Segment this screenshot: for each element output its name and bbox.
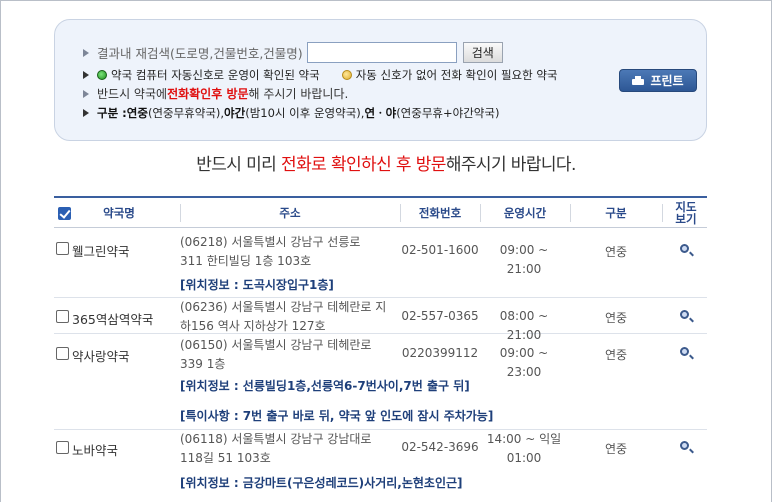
notice-highlight: 전화로 확인하신 후 방문 — [281, 155, 446, 175]
address-line: 339 1층 — [180, 357, 226, 371]
call-before-visit-notice: 반드시 미리 전화로 확인하신 후 방문해주시기 바랍니다. — [0, 150, 772, 175]
notice-prefix: 반드시 미리 — [196, 155, 282, 175]
category-label: 구분 : — [97, 106, 127, 120]
address-line: 311 한티빌딩 1층 103호 — [180, 254, 312, 268]
visit-note-prefix: 반드시 약국에 — [97, 87, 168, 101]
green-dot-icon — [97, 70, 107, 80]
pharmacy-phone: 02-501-1600 — [401, 243, 479, 257]
print-button-label: 프린트 — [650, 74, 684, 88]
row-checkbox[interactable] — [56, 310, 69, 323]
header-address: 주소 — [279, 206, 301, 220]
category-term: 야간 — [224, 106, 246, 120]
table-row: 노바약국 (06118) 서울특별시 강남구 강남대로 118길 51 103호… — [54, 430, 707, 500]
table-row: 약사랑약국 (06150) 서울특별시 강남구 테헤란로 339 1층 0220… — [54, 334, 707, 430]
hours-line: 14:00 ~ 익일 — [486, 432, 562, 446]
pharmacy-name[interactable]: 노바약국 — [72, 440, 118, 459]
special-notes: [특이사항 : 7번 출구 바로 뒤, 약국 앞 인도에 잠시 주차가능] — [180, 409, 494, 423]
printer-icon — [632, 75, 645, 86]
print-button[interactable]: 프린트 — [619, 69, 697, 92]
header-hours: 운영시간 — [503, 206, 547, 220]
map-view-button[interactable] — [676, 438, 696, 458]
pharmacy-hours: 09:00 ~ 23:00 — [499, 346, 549, 379]
row-checkbox[interactable] — [56, 347, 69, 360]
search-button[interactable]: 검색 — [462, 42, 503, 63]
visit-note-highlight: 전화확인후 방문 — [167, 87, 249, 101]
address-line: (06236) 서울특별시 강남구 테헤란로 지 — [180, 300, 387, 314]
pharmacy-address: (06218) 서울특별시 강남구 선릉로 311 한티빌딩 1층 103호 — [180, 233, 390, 271]
category-term: 연ㆍ야 — [364, 106, 397, 120]
pharmacy-name[interactable]: 365역삼역약국 — [72, 309, 153, 328]
location-info: [위치정보 : 선릉빌딩1층,선릉역6-7번사이,7번 출구 뒤] — [180, 379, 470, 393]
bullet-icon — [83, 89, 89, 98]
row-checkbox[interactable] — [56, 441, 69, 454]
map-view-button[interactable] — [676, 307, 696, 327]
bullet-icon — [83, 48, 89, 57]
notice-suffix: 해주시기 바랍니다. — [445, 155, 577, 175]
address-line: 118길 51 103호 — [180, 451, 271, 465]
pharmacy-name[interactable]: 약사랑약국 — [72, 346, 130, 365]
pharmacy-category: 연중 — [604, 442, 628, 456]
hours-line: 01:00 — [506, 451, 542, 465]
category-note: 구분 : 연중 (연중무휴약국), 야간 (밤10시 이후 운영약국), 연ㆍ야… — [83, 105, 499, 121]
category-desc: (연중무휴+야간약국) — [396, 106, 500, 120]
yellow-dot-icon — [341, 70, 352, 80]
map-view-button[interactable] — [676, 241, 696, 261]
location-info: [위치정보 : 금강마트(구은성레코드)사거리,논현초인근] — [180, 476, 463, 490]
magnifier-icon — [680, 310, 689, 319]
select-all-checkbox[interactable] — [57, 206, 71, 220]
pharmacy-hours: 14:00 ~ 익일 01:00 — [484, 430, 564, 468]
pharmacy-address: (06236) 서울특별시 강남구 테헤란로 지 하156 역사 지하상가 12… — [180, 298, 390, 336]
search-row: 결과내 재검색(도로명,건물번호,건물명) 검색 — [83, 42, 503, 63]
pharmacy-phone: 02-542-3696 — [401, 440, 479, 454]
magnifier-icon — [680, 441, 689, 450]
header-phone: 전화번호 — [418, 206, 462, 220]
legend-row: 약국 컴퓨터 자동신호로 운영이 확인된 약국 자동 신호가 없어 전화 확인이… — [83, 67, 558, 83]
pharmacy-category: 연중 — [604, 311, 628, 325]
legend-auto-label: 약국 컴퓨터 자동신호로 운영이 확인된 약국 — [111, 68, 320, 82]
pharmacy-address: (06118) 서울특별시 강남구 강남대로 118길 51 103호 — [180, 430, 390, 468]
bullet-icon — [83, 109, 89, 117]
magnifier-icon — [680, 347, 689, 356]
table-row: 365역삼역약국 (06236) 서울특별시 강남구 테헤란로 지 하156 역… — [54, 298, 707, 342]
header-map: 지도 보기 — [664, 198, 708, 228]
pharmacy-name[interactable]: 웰그린약국 — [72, 241, 130, 260]
bullet-icon — [83, 71, 89, 79]
category-desc: (밤10시 이후 운영약국), — [245, 106, 365, 120]
search-info-box: 결과내 재검색(도로명,건물번호,건물명) 검색 약국 컴퓨터 자동신호로 운영… — [54, 19, 707, 141]
search-input[interactable] — [306, 42, 457, 63]
pharmacy-category: 연중 — [604, 245, 628, 259]
pharmacy-phone: 0220399112 — [401, 346, 479, 360]
table-row: 웰그린약국 (06218) 서울특별시 강남구 선릉로 311 한티빌딩 1층 … — [54, 228, 707, 298]
header-category: 구분 — [605, 206, 627, 220]
legend-manual-label: 자동 신호가 없어 전화 확인이 필요한 약국 — [355, 68, 558, 82]
address-line: (06118) 서울특별시 강남구 강남대로 — [180, 432, 372, 446]
category-desc: (연중무휴약국), — [147, 106, 225, 120]
header-name: 약국명 — [103, 206, 135, 220]
table-header: 약국명 주소 전화번호 운영시간 구분 지도 보기 — [54, 196, 707, 228]
map-view-button[interactable] — [676, 344, 696, 364]
visit-note-suffix: 해 주시기 바랍니다. — [248, 87, 349, 101]
address-line: (06218) 서울특별시 강남구 선릉로 — [180, 235, 361, 249]
category-term: 연중 — [126, 106, 148, 120]
address-line: (06150) 서울특별시 강남구 테헤란로 — [180, 338, 372, 352]
pharmacy-hours: 09:00 ~ 21:00 — [499, 243, 549, 276]
pharmacy-category: 연중 — [604, 348, 628, 362]
header-map-line2: 보기 — [675, 212, 697, 226]
pharmacy-table: 약국명 주소 전화번호 운영시간 구분 지도 보기 웰그린약국 (06218) … — [54, 196, 707, 500]
visit-note: 반드시 약국에 전화확인후 방문 해 주시기 바랍니다. — [83, 85, 348, 102]
pharmacy-phone: 02-557-0365 — [401, 309, 479, 323]
magnifier-icon — [680, 244, 689, 253]
search-label: 결과내 재검색(도로명,건물번호,건물명) — [97, 46, 303, 61]
pharmacy-address: (06150) 서울특별시 강남구 테헤란로 339 1층 — [180, 336, 390, 374]
location-info: [위치정보 : 도곡시장입구1층] — [180, 278, 334, 292]
row-checkbox[interactable] — [56, 242, 69, 255]
